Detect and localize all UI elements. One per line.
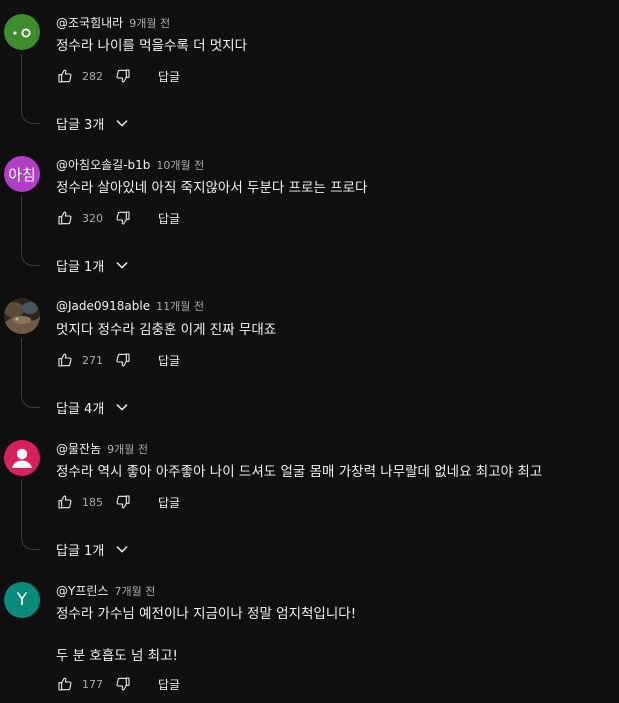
replies-count-label: 답글 4개 bbox=[56, 401, 105, 417]
thumb-down-icon[interactable] bbox=[114, 675, 132, 693]
chevron-down-icon bbox=[114, 399, 130, 415]
avatar-initials: Y bbox=[16, 590, 28, 610]
comment-actions: 177 답글 bbox=[56, 674, 180, 694]
comment-text: 멋지다 정수라 김충훈 이게 진짜 무대죠 bbox=[56, 322, 277, 338]
avatar[interactable]: Y bbox=[4, 582, 40, 618]
avatar-initials: 아침 bbox=[8, 165, 36, 184]
chevron-down-icon bbox=[114, 257, 130, 273]
author-name[interactable]: @Jade0918able bbox=[56, 299, 150, 313]
thumb-up-icon[interactable] bbox=[56, 67, 74, 85]
view-replies-button[interactable]: 답글 4개 bbox=[56, 397, 130, 417]
thumb-up-icon[interactable] bbox=[56, 493, 74, 511]
comment-text: 정수라 살아있네 아직 죽지않아서 두분다 프로는 프로다 bbox=[56, 180, 368, 196]
comment-text: 두 분 호흡도 넘 최고! bbox=[56, 648, 178, 664]
replies-count-label: 답글 3개 bbox=[56, 117, 105, 133]
thread-connector bbox=[21, 393, 40, 408]
thumb-up-icon[interactable] bbox=[56, 675, 74, 693]
like-count: 271 bbox=[82, 353, 103, 367]
comment-timestamp[interactable]: 10개월 전 bbox=[156, 157, 204, 173]
comment-text: 정수라 역시 좋아 아주좋아 나이 드셔도 얼굴 몸매 가창력 나무랄데 없네요… bbox=[56, 464, 543, 480]
author-name[interactable]: @조국힘내라 bbox=[56, 14, 123, 31]
avatar[interactable]: 아침 bbox=[4, 156, 40, 192]
comment-header: @아침오솔길-b1b 10개월 전 bbox=[56, 156, 204, 174]
avatar[interactable] bbox=[4, 298, 40, 334]
thumb-down-icon[interactable] bbox=[114, 351, 132, 369]
comment-actions: 282 답글 bbox=[56, 66, 180, 86]
thread-line bbox=[21, 54, 22, 109]
comment-timestamp[interactable]: 11개월 전 bbox=[156, 298, 204, 314]
comment-header: @Jade0918able 11개월 전 bbox=[56, 298, 204, 316]
like-count: 177 bbox=[82, 677, 103, 691]
comment-header: @Y프린스 7개월 전 bbox=[56, 582, 155, 600]
comment-text: 정수라 가수님 예전이나 지금이나 정말 엄지척입니다! bbox=[56, 606, 357, 622]
comment-header: @물잔놈 9개월 전 bbox=[56, 440, 148, 458]
reply-button[interactable]: 답글 bbox=[158, 676, 180, 693]
avatar[interactable] bbox=[4, 14, 40, 50]
comment-timestamp[interactable]: 9개월 전 bbox=[129, 15, 170, 31]
view-replies-button[interactable]: 답글 1개 bbox=[56, 539, 130, 559]
thumb-up-icon[interactable] bbox=[56, 351, 74, 369]
comment-timestamp[interactable]: 9개월 전 bbox=[107, 441, 148, 457]
thread-connector bbox=[21, 251, 40, 266]
thumb-down-icon[interactable] bbox=[114, 209, 132, 227]
author-name[interactable]: @아침오솔길-b1b bbox=[56, 156, 150, 173]
thumb-down-icon[interactable] bbox=[114, 493, 132, 511]
thumb-down-icon[interactable] bbox=[114, 67, 132, 85]
thumb-up-icon[interactable] bbox=[56, 209, 74, 227]
reply-button[interactable]: 답글 bbox=[158, 68, 180, 85]
author-name[interactable]: @물잔놈 bbox=[56, 440, 101, 457]
thread-line bbox=[21, 196, 22, 251]
thread-connector bbox=[21, 109, 40, 124]
author-name[interactable]: @Y프린스 bbox=[56, 582, 108, 599]
comment-actions: 185 답글 bbox=[56, 492, 180, 512]
like-count: 185 bbox=[82, 495, 103, 509]
reply-button[interactable]: 답글 bbox=[158, 494, 180, 511]
replies-count-label: 답글 1개 bbox=[56, 543, 105, 559]
avatar[interactable] bbox=[4, 440, 40, 476]
like-count: 320 bbox=[82, 211, 103, 225]
thread-line bbox=[21, 480, 22, 535]
thread-connector bbox=[21, 535, 40, 550]
reply-button[interactable]: 답글 bbox=[158, 210, 180, 227]
comment-actions: 271 답글 bbox=[56, 350, 180, 370]
thread-line bbox=[21, 338, 22, 393]
chevron-down-icon bbox=[114, 541, 130, 557]
view-replies-button[interactable]: 답글 3개 bbox=[56, 113, 130, 133]
chevron-down-icon bbox=[114, 115, 130, 131]
comment-timestamp[interactable]: 7개월 전 bbox=[114, 583, 155, 599]
view-replies-button[interactable]: 답글 1개 bbox=[56, 255, 130, 275]
comment-header: @조국힘내라 9개월 전 bbox=[56, 14, 170, 32]
reply-button[interactable]: 답글 bbox=[158, 352, 180, 369]
replies-count-label: 답글 1개 bbox=[56, 259, 105, 275]
comment-text: 정수라 나이를 먹을수록 더 멋지다 bbox=[56, 38, 248, 54]
comment-actions: 320 답글 bbox=[56, 208, 180, 228]
like-count: 282 bbox=[82, 69, 103, 83]
